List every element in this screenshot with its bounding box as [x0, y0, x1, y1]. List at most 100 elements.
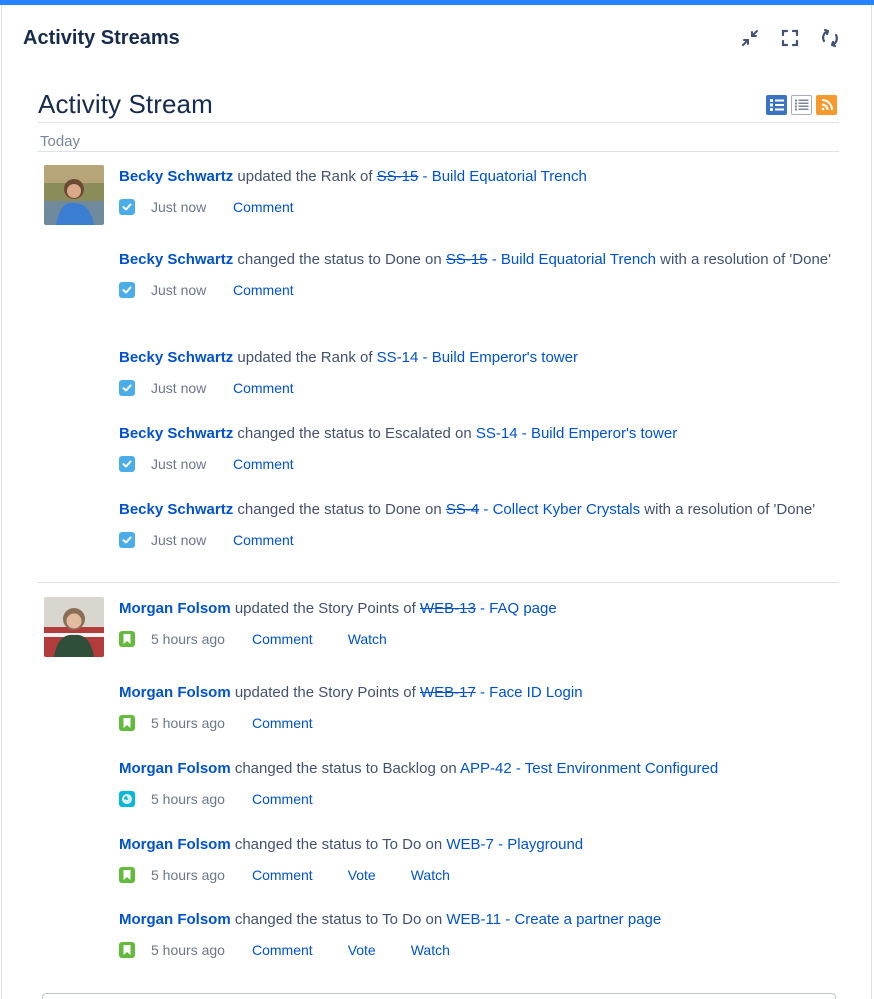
group-divider — [38, 582, 839, 583]
refresh-icon[interactable] — [819, 27, 841, 49]
show-more-button[interactable] — [42, 993, 836, 999]
timestamp: Just now — [151, 456, 207, 472]
issue-key: SS-14 — [376, 349, 419, 366]
user-link[interactable]: Becky Schwartz — [119, 168, 233, 185]
user-link[interactable]: Morgan Folsom — [119, 684, 231, 701]
comment-link[interactable]: Comment — [233, 199, 294, 215]
comment-link[interactable]: Comment — [252, 867, 313, 883]
vote-link[interactable]: Vote — [348, 867, 376, 883]
comment-link[interactable]: Comment — [233, 532, 294, 548]
avatar[interactable] — [44, 597, 104, 657]
activity-text: Becky Schwartz updated the Rank of SS-14… — [119, 347, 834, 369]
watch-link[interactable]: Watch — [411, 942, 450, 958]
activity-entry: Becky Schwartz changed the status to Esc… — [119, 423, 834, 472]
issue-summary: - Build Emperor's tower — [517, 425, 678, 442]
entry-actions: Comment Vote Watch — [252, 942, 450, 958]
entry-actions: Comment Vote Watch — [252, 867, 450, 883]
activity-entry: Morgan Folsom updated the Story Points o… — [119, 682, 834, 731]
rss-feed-icon[interactable] — [816, 95, 837, 115]
issue-link[interactable]: SS-14 - Build Emperor's tower — [476, 425, 677, 442]
issue-link[interactable]: WEB-13 - FAQ page — [420, 600, 557, 617]
issue-summary: - Face ID Login — [475, 684, 583, 701]
issue-link[interactable]: WEB-7 - Playground — [446, 836, 583, 853]
issue-key: WEB-11 — [446, 911, 502, 928]
entry-actions: Comment Watch — [252, 631, 387, 647]
activity-text: Morgan Folsom updated the Story Points o… — [119, 598, 834, 620]
issue-link[interactable]: SS-4 - Collect Kyber Crystals — [446, 501, 640, 518]
full-view-icon[interactable] — [766, 95, 787, 115]
activity-meta: Just now Comment — [119, 532, 834, 548]
user-link[interactable]: Morgan Folsom — [119, 911, 231, 928]
issue-key: APP-42 — [460, 760, 512, 777]
list-view-icon[interactable] — [791, 95, 812, 115]
user-link[interactable]: Morgan Folsom — [119, 600, 231, 617]
issue-summary: - Test Environment Configured — [511, 760, 719, 777]
issue-summary: - FAQ page — [475, 600, 557, 617]
comment-link[interactable]: Comment — [252, 631, 313, 647]
activity-text: Morgan Folsom changed the status to To D… — [119, 834, 834, 856]
task-issue-type-icon — [119, 282, 135, 298]
timestamp: Just now — [151, 199, 207, 215]
task-issue-type-icon — [119, 380, 135, 396]
issue-key: WEB-7 — [446, 836, 494, 853]
activity-text: Morgan Folsom updated the Story Points o… — [119, 682, 834, 704]
user-link[interactable]: Morgan Folsom — [119, 836, 231, 853]
activity-text: Morgan Folsom changed the status to To D… — [119, 909, 834, 931]
timestamp: 5 hours ago — [151, 791, 225, 807]
user-link[interactable]: Becky Schwartz — [119, 501, 233, 518]
activity-entry: Morgan Folsom changed the status to To D… — [119, 834, 834, 883]
issue-link[interactable]: SS-15 - Build Equatorial Trench — [377, 168, 587, 185]
activity-verb: updated the Story Points of — [230, 684, 420, 701]
activity-entry: Morgan Folsom changed the status to To D… — [119, 909, 834, 958]
fullscreen-icon[interactable] — [779, 27, 801, 49]
user-link[interactable]: Becky Schwartz — [119, 349, 233, 366]
comment-link[interactable]: Comment — [252, 791, 313, 807]
activity-entry: Morgan Folsom updated the Story Points o… — [119, 598, 834, 647]
gadget-title: Activity Streams — [23, 27, 180, 49]
issue-key: SS-14 — [475, 425, 518, 442]
vote-link[interactable]: Vote — [348, 942, 376, 958]
activity-meta: Just now Comment — [119, 282, 834, 298]
activity-meta: 5 hours ago Comment — [119, 791, 834, 807]
activity-text: Becky Schwartz changed the status to Don… — [119, 249, 834, 271]
issue-link[interactable]: SS-14 - Build Emperor's tower — [377, 349, 578, 366]
comment-link[interactable]: Comment — [252, 715, 313, 731]
user-link[interactable]: Becky Schwartz — [119, 425, 233, 442]
entry-actions: Comment — [252, 715, 313, 731]
issue-link[interactable]: APP-42 - Test Environment Configured — [460, 760, 718, 777]
timestamp: Just now — [151, 282, 207, 298]
activity-verb: changed the status to Done on — [233, 251, 446, 268]
activity-meta: 5 hours ago Comment Watch — [119, 631, 834, 647]
issue-key: SS-4 — [445, 501, 480, 518]
activity-verb: updated the Rank of — [233, 349, 377, 366]
activity-entry: Becky Schwartz updated the Rank of SS-14… — [119, 347, 834, 396]
comment-link[interactable]: Comment — [252, 942, 313, 958]
activity-streams-gadget: Activity Streams Activity Stream Today B… — [1, 5, 872, 999]
gadget-actions — [739, 27, 841, 49]
issue-link[interactable]: WEB-11 - Create a partner page — [446, 911, 661, 928]
user-link[interactable]: Becky Schwartz — [119, 251, 233, 268]
issue-summary: - Build Emperor's tower — [418, 349, 578, 366]
day-label: Today — [40, 133, 81, 150]
user-link[interactable]: Morgan Folsom — [119, 760, 231, 777]
activity-meta: 5 hours ago Comment Vote Watch — [119, 867, 834, 883]
timestamp: 5 hours ago — [151, 942, 225, 958]
watch-link[interactable]: Watch — [411, 867, 450, 883]
view-switcher — [766, 95, 837, 115]
comment-link[interactable]: Comment — [233, 282, 294, 298]
issue-link[interactable]: SS-15 - Build Equatorial Trench — [446, 251, 656, 268]
issue-key: SS-15 — [445, 251, 488, 268]
minimize-icon[interactable] — [739, 27, 761, 49]
entry-actions: Comment — [233, 199, 294, 215]
task-issue-type-icon — [119, 456, 135, 472]
comment-link[interactable]: Comment — [233, 456, 294, 472]
activity-suffix: with a resolution of 'Done' — [640, 501, 816, 518]
story-issue-type-icon — [119, 942, 135, 958]
activity-verb: changed the status to To Do on — [230, 911, 447, 928]
issue-summary: - Playground — [493, 836, 584, 853]
comment-link[interactable]: Comment — [233, 380, 294, 396]
avatar[interactable] — [44, 165, 104, 225]
watch-link[interactable]: Watch — [348, 631, 387, 647]
issue-link[interactable]: WEB-17 - Face ID Login — [420, 684, 583, 701]
timestamp: Just now — [151, 532, 207, 548]
